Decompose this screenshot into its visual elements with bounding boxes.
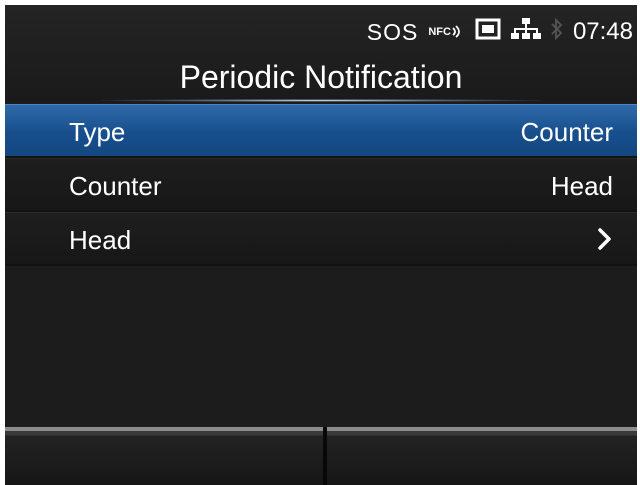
chevron-right-icon [591, 226, 617, 252]
menu-item-value: Counter [520, 117, 614, 147]
network-icon [510, 17, 541, 47]
title-underline [101, 99, 541, 102]
sos-indicator: SOS [366, 18, 419, 45]
menu-item-value: Head [550, 171, 613, 201]
nfc-icon: NFC [428, 24, 465, 40]
right-softkey[interactable] [327, 427, 637, 485]
menu-item-type[interactable]: Type Counter [5, 104, 637, 158]
header: SOS NFC 07:48 Periodic Notification [5, 5, 637, 103]
card-icon [475, 18, 501, 46]
bluetooth-icon [551, 17, 563, 46]
left-softkey[interactable] [5, 427, 323, 485]
menu-item-label: Head [69, 225, 132, 255]
menu-item-counter[interactable]: Counter Head [5, 158, 637, 212]
menu-list: Type Counter Counter Head Head [5, 104, 637, 266]
softkey-bar [5, 427, 637, 485]
menu-item-label: Type [69, 117, 126, 147]
menu-item-head[interactable]: Head [5, 212, 637, 266]
clock: 07:48 [572, 18, 633, 45]
nfc-label: NFC [428, 26, 451, 38]
menu-item-label: Counter [69, 171, 162, 201]
status-bar: SOS NFC 07:48 [367, 17, 633, 47]
device-screen: SOS NFC 07:48 Periodic Notification Type… [5, 5, 637, 485]
page-title: Periodic Notification [179, 59, 463, 95]
